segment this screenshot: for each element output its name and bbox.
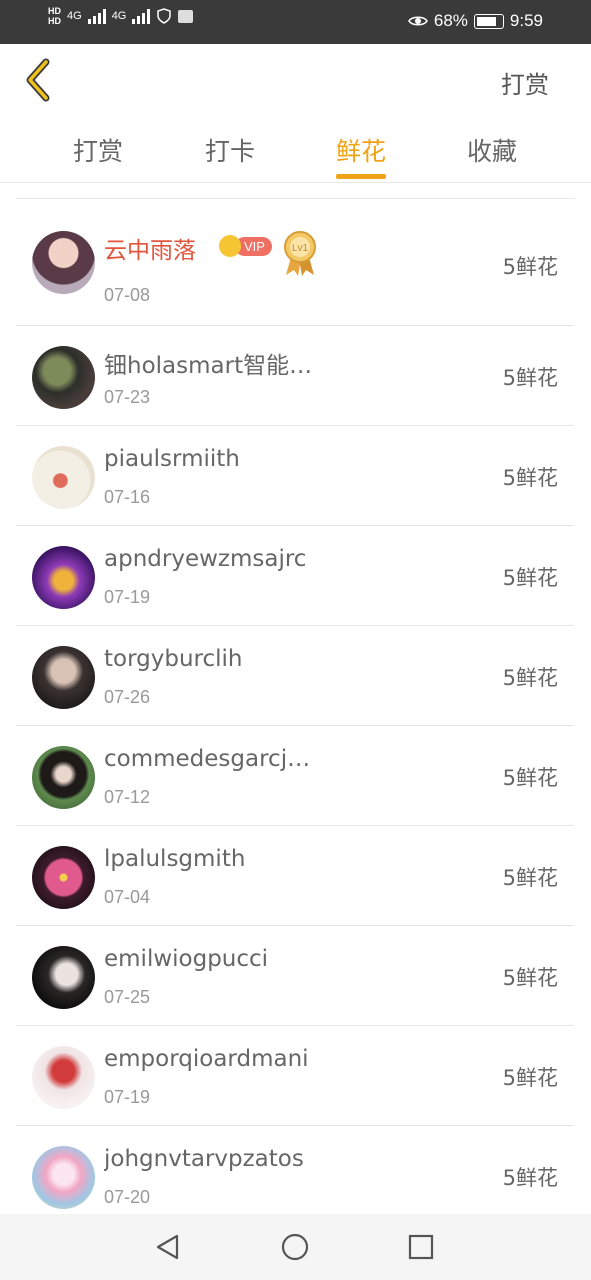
item-date: 07-19 [104, 1087, 151, 1107]
system-nav-bar [0, 1214, 591, 1280]
user-name: johgnvtarvpzatos [104, 1146, 304, 1172]
flower-count: 5鲜花 [502, 666, 558, 690]
avatar [32, 1146, 95, 1209]
tab-reward[interactable]: 打赏 [53, 132, 143, 168]
clock: 9:59 [509, 11, 543, 30]
shield-icon [157, 8, 172, 24]
item-date: 07-26 [104, 687, 151, 707]
status-right: 68% 9:59 [407, 11, 543, 31]
battery-icon [473, 13, 504, 29]
user-name: apndryewzmsajrc [104, 546, 307, 572]
crown-icon [219, 235, 241, 257]
flower-count: 5鲜花 [502, 966, 558, 990]
vip-badge: VIP [219, 235, 272, 257]
avatar [32, 546, 95, 609]
item-date: 07-23 [104, 387, 151, 407]
flower-count: 5鲜花 [502, 866, 558, 890]
eye-icon [407, 16, 428, 26]
tab-reward-label: 打赏 [72, 137, 123, 166]
signal-label-1: 4G [67, 10, 82, 22]
user-name: emilwiogpucci [104, 946, 269, 972]
item-date: 07-12 [104, 787, 151, 807]
flower-count: 5鲜花 [502, 1166, 558, 1190]
list-item[interactable]: apndryewzmsajrc 07-19 5鲜花 [16, 526, 574, 626]
list-item[interactable]: commedesgarcjg… 07-12 5鲜花 [16, 726, 574, 826]
flower-count: 5鲜花 [502, 366, 558, 390]
user-name: commedesgarcjg… [104, 746, 324, 772]
flower-count: 5鲜花 [502, 466, 558, 490]
item-date: 07-25 [104, 987, 151, 1007]
hd-label-2: HD [48, 16, 61, 26]
flower-count: 5鲜花 [502, 1066, 558, 1090]
user-name: torgyburclih [104, 646, 243, 672]
hd-label-1: HD [48, 6, 61, 16]
user-name: emporqioardmani [104, 1046, 309, 1072]
signal-bars-icon-2 [132, 8, 151, 24]
circle-home-icon[interactable] [280, 1232, 310, 1262]
flower-count: 5鲜花 [502, 566, 558, 590]
flower-list: 云中雨落 VIP Lv1 07-08 5鲜花 钿holasmart智能… 07-… [16, 199, 574, 1226]
tab-checkin-label: 打卡 [204, 137, 255, 166]
app-header: 打赏 [0, 44, 591, 118]
list-item[interactable]: emilwiogpucci 07-25 5鲜花 [16, 926, 574, 1026]
tab-flowers[interactable]: 鲜花 [316, 132, 406, 179]
avatar [32, 946, 95, 1009]
list-item[interactable]: 钿holasmart智能… 07-23 5鲜花 [16, 326, 574, 426]
avatar [32, 646, 95, 709]
list-item[interactable]: emporqioardmani 07-19 5鲜花 [16, 1026, 574, 1126]
item-date: 07-16 [104, 487, 151, 507]
item-date: 07-20 [104, 1187, 151, 1207]
avatar [32, 1046, 95, 1109]
notification-icon [178, 9, 194, 23]
tab-underline-active [336, 174, 386, 179]
level-medal-icon: Lv1 [284, 231, 316, 276]
flower-count: 5鲜花 [502, 766, 558, 790]
list-item[interactable]: piaulsrmiith 07-16 5鲜花 [16, 426, 574, 526]
tab-favorites[interactable]: 收藏 [447, 132, 537, 168]
user-name: 钿holasmart智能… [104, 353, 313, 379]
avatar [32, 346, 95, 409]
list-item[interactable]: johgnvtarvpzatos 07-20 5鲜花 [16, 1126, 574, 1226]
status-left: HD HD 4G 4G [48, 6, 194, 26]
signal-label-2: 4G [111, 10, 127, 22]
tab-bar: 打赏 打卡 鲜花 收藏 [0, 118, 591, 183]
signal-bars-icon [87, 8, 106, 24]
status-bar: HD HD 4G 4G 68% 9:59 [0, 0, 591, 44]
reward-button[interactable]: 打赏 [501, 65, 549, 100]
user-name: piaulsrmiith [104, 446, 240, 472]
battery-percent: 68% [433, 11, 468, 30]
flower-count: 5鲜花 [502, 255, 558, 279]
square-recents-icon[interactable] [406, 1232, 436, 1262]
item-date: 07-04 [104, 887, 151, 907]
item-date: 07-19 [104, 587, 151, 607]
chevron-left-icon[interactable] [22, 58, 58, 102]
avatar [32, 446, 95, 509]
avatar [32, 746, 95, 809]
tab-favorites-label: 收藏 [466, 137, 517, 166]
medal-label: Lv1 [292, 243, 309, 254]
list-item[interactable]: 云中雨落 VIP Lv1 07-08 5鲜花 [16, 199, 574, 326]
list-item[interactable]: torgyburclih 07-26 5鲜花 [16, 626, 574, 726]
avatar [32, 231, 95, 294]
item-date: 07-08 [104, 285, 151, 305]
list-item[interactable]: lpalulsgmith 07-04 5鲜花 [16, 826, 574, 926]
avatar [32, 846, 95, 909]
user-name: lpalulsgmith [104, 846, 246, 872]
tab-checkin[interactable]: 打卡 [185, 132, 275, 168]
triangle-back-icon[interactable] [153, 1232, 183, 1262]
tab-flowers-label: 鲜花 [335, 137, 386, 166]
hd-indicator: HD HD [48, 6, 61, 26]
user-name: 云中雨落 [104, 238, 196, 264]
